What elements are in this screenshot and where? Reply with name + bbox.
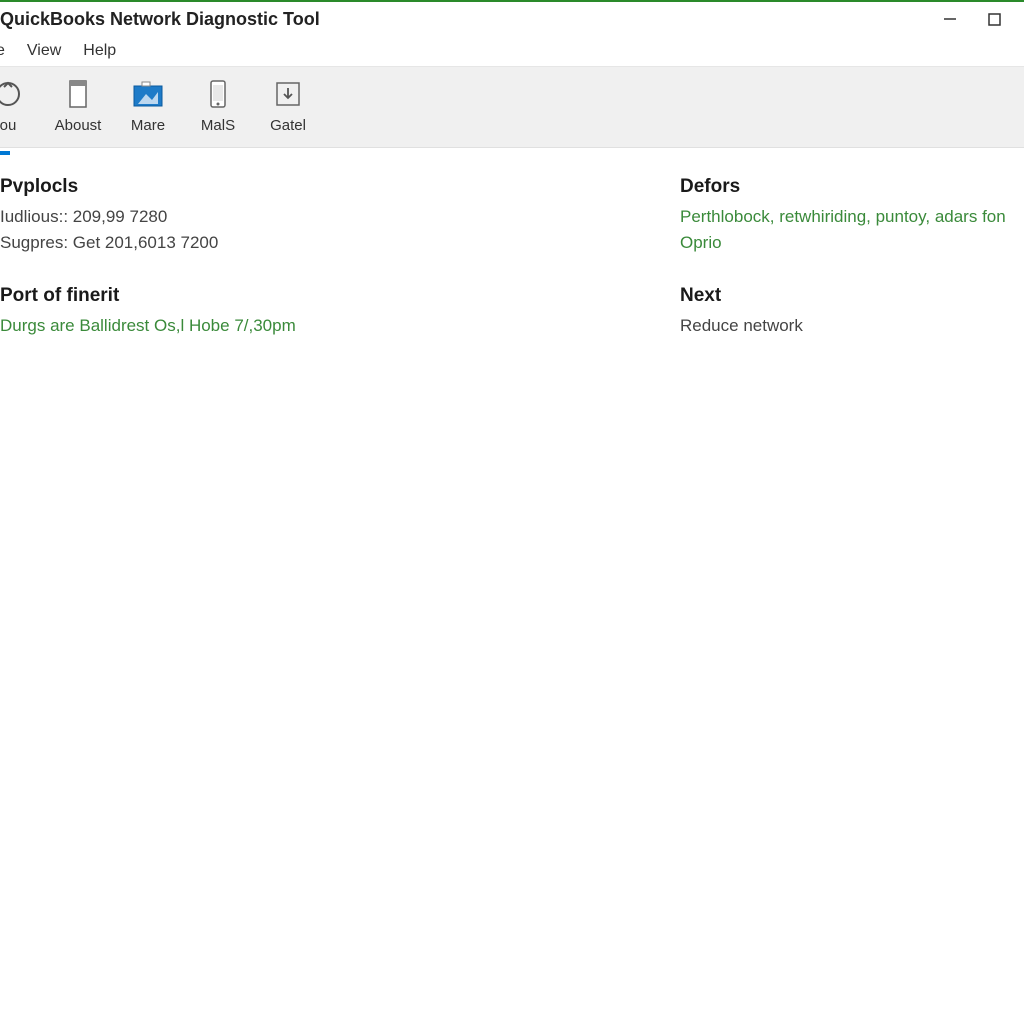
minimize-button[interactable] — [928, 4, 972, 34]
left-column: Pvplocls Iudlious:: 209,99 7280 Sugpres:… — [0, 176, 640, 1024]
section-pvplocls: Pvplocls Iudlious:: 209,99 7280 Sugpres:… — [0, 176, 640, 257]
maximize-button[interactable] — [972, 4, 1016, 34]
window-title: QuickBooks Network Diagnostic Tool — [0, 9, 320, 30]
toolbar-label: MalS — [201, 117, 235, 134]
toolbar: ou Aboust Mare MalS Gatel — [0, 66, 1024, 148]
info-line: Sugpres: Get 201,6013 7200 — [0, 230, 640, 256]
toolbar-button-gatel[interactable]: Gatel — [262, 75, 314, 147]
section-title: Next — [680, 285, 1020, 307]
app-window: QuickBooks Network Diagnostic Tool e Vie… — [0, 0, 1024, 1024]
toolbar-button-ou[interactable]: ou — [0, 75, 34, 147]
menu-bar: e View Help — [0, 36, 1024, 66]
download-icon — [270, 77, 306, 111]
section-title: Defors — [680, 176, 1020, 198]
toolbar-button-aboust[interactable]: Aboust — [52, 75, 104, 147]
title-bar: QuickBooks Network Diagnostic Tool — [0, 2, 1024, 36]
content-area: Pvplocls Iudlious:: 209,99 7280 Sugpres:… — [0, 148, 1024, 1024]
menu-item-view[interactable]: View — [27, 42, 61, 60]
info-line: Reduce network — [680, 313, 1020, 339]
section-port-of-finerit: Port of finerit Durgs are Ballidrest Os,… — [0, 285, 640, 339]
info-line: Iudlious:: 209,99 7280 — [0, 204, 640, 230]
section-defors: Defors Perthlobock, retwhiriding, puntoy… — [680, 176, 1020, 257]
toolbar-label: Aboust — [55, 117, 102, 134]
page-icon — [60, 77, 96, 111]
toolbar-label: Gatel — [270, 117, 306, 134]
menu-item-file[interactable]: e — [0, 42, 5, 60]
section-next: Next Reduce network — [680, 285, 1020, 339]
menu-item-help[interactable]: Help — [83, 42, 116, 60]
right-column: Defors Perthlobock, retwhiriding, puntoy… — [680, 176, 1024, 1024]
picture-icon — [130, 77, 166, 111]
maximize-icon — [988, 13, 1001, 26]
section-title: Port of finerit — [0, 285, 640, 307]
toolbar-label: Mare — [131, 117, 165, 134]
toolbar-label: ou — [0, 117, 16, 134]
phone-icon — [200, 77, 236, 111]
section-title: Pvplocls — [0, 176, 640, 198]
toolbar-button-mals[interactable]: MalS — [192, 75, 244, 147]
minimize-icon — [943, 12, 957, 26]
status-line: Perthlobock, retwhiriding, puntoy, adars… — [680, 204, 1020, 257]
toolbar-button-mare[interactable]: Mare — [122, 75, 174, 147]
status-line: Durgs are Ballidrest Os,l Hobe 7/,30pm — [0, 313, 640, 339]
refresh-icon — [0, 77, 26, 111]
